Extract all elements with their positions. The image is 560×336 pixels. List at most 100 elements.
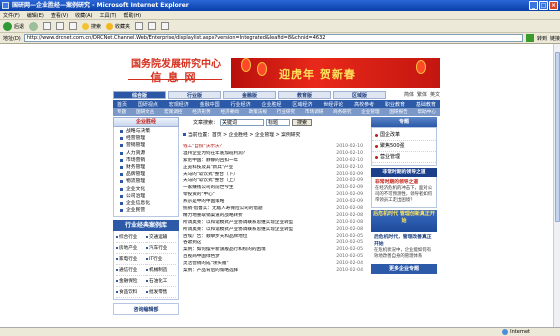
nav-item[interactable]: 职业教育	[385, 101, 405, 108]
subnav-item[interactable]: 专题	[117, 109, 126, 115]
sidebar-item[interactable]: 人力资源	[120, 150, 178, 157]
sidebar-item[interactable]: 企业文化	[120, 186, 178, 193]
case-link[interactable]: 机械制造	[146, 265, 176, 277]
search-button[interactable]: 搜索	[82, 22, 101, 30]
mail-icon[interactable]	[148, 22, 157, 30]
nav-item[interactable]: 首页	[117, 101, 127, 108]
go-button[interactable]: 转到	[537, 35, 547, 42]
article-title[interactable]: 天马的"软饮式"整合（下）	[183, 172, 328, 179]
subnav-item[interactable]: 国研文丛	[136, 109, 154, 115]
case-link[interactable]: 综合行业	[116, 232, 146, 244]
menu-view[interactable]: 查看(V)	[51, 12, 68, 19]
case-link[interactable]: 金融保险	[116, 276, 146, 288]
article-row[interactable]: 统销·借鲁实：无敌人寿保险公司的借题 2010-02-08	[183, 206, 363, 213]
sidebar-item[interactable]: 品牌管理	[120, 171, 178, 178]
case-link[interactable]: 食品饮料	[116, 287, 146, 299]
subnav-item[interactable]: 帮助中心	[418, 109, 436, 115]
article-title[interactable]: 所调奥莱：以和谐模式产业协调联系思维实现企业转型	[183, 227, 328, 234]
scrollbar-thumb[interactable]	[555, 52, 560, 222]
tab-education[interactable]: 教育版	[278, 91, 331, 99]
article-row[interactable]: 所调奥莱：以和谐模式产业协调联系思维实现企业转型 2010-02-08	[183, 220, 363, 227]
article-row[interactable]: 温州企业为何在年底加班利润？ 2010-02-10	[183, 151, 363, 158]
article-title[interactable]: 索尼中国：静静的回扣一年	[183, 158, 328, 165]
sidebar-item[interactable]: 财务管理	[120, 164, 178, 171]
article-title[interactable]: 案例：如何摆平新旗舰品行和权的的困境	[183, 247, 328, 254]
article-row[interactable]: 索尼中国：静静的回扣一年 2010-02-10	[183, 158, 363, 165]
article-row[interactable]: 钱工"自撰"沃尔沃？ 2010-02-10	[183, 144, 363, 151]
article-title[interactable]: 正览科技及其"新兵"产业	[183, 165, 328, 172]
links-label[interactable]: 链接	[550, 35, 560, 42]
case-link[interactable]: IT行业	[146, 254, 176, 266]
article-title[interactable]: 古埃广告：顺攀步天和品牌地位	[183, 234, 328, 241]
search-field-select[interactable]: 标题	[266, 118, 291, 126]
close-button[interactable]: ×	[549, 1, 558, 10]
menu-edit[interactable]: 编辑(E)	[27, 12, 44, 19]
subnav-item[interactable]: 政策法规	[249, 109, 267, 115]
tab-finance[interactable]: 金融版	[223, 91, 276, 99]
maximize-button[interactable]: □	[539, 1, 548, 10]
post-crisis-banner[interactable]: 后危机时代 管理创新真正开始	[371, 209, 437, 232]
article-title[interactable]: 百视商中国绿色梦	[183, 254, 328, 261]
menu-help[interactable]: 帮助(H)	[123, 12, 141, 19]
article-title[interactable]: 天马的"软饮式"整合（上）	[183, 178, 328, 185]
case-link[interactable]: 交通运输	[146, 232, 176, 244]
menu-tools[interactable]: 工具(T)	[100, 12, 117, 19]
menu-favorites[interactable]: 收藏(A)	[75, 12, 92, 19]
article-row[interactable]: 案例：产品背后的策略选择 2010-02-04	[183, 268, 363, 275]
topic-link[interactable]: 聚焦500强	[372, 141, 436, 152]
address-input[interactable]: http://www.drcnet.com.cn/DRCNet.Channel.…	[23, 34, 523, 42]
case-link[interactable]: 通信行业	[116, 265, 146, 277]
topic-link[interactable]: 营业管理	[372, 152, 436, 163]
nav-item[interactable]: 宏观经济	[169, 101, 189, 108]
article-row[interactable]: 精力地重取销渠道的战略转折 2010-02-08	[183, 213, 363, 220]
subnav-item[interactable]: 企业管理	[361, 109, 379, 115]
article-row[interactable]: 正览科技及其"新兵"产业 2010-02-10	[183, 165, 363, 172]
tab-comprehensive[interactable]: 综合版	[113, 91, 166, 99]
subnav-item[interactable]: 市场调研	[305, 109, 323, 115]
leadership-banner[interactable]: 非常时期的领导之道	[371, 168, 437, 177]
minimize-button[interactable]: _	[529, 1, 538, 10]
nav-item[interactable]: 基础教育	[416, 101, 436, 108]
sidebar-item[interactable]: 公司治理	[120, 193, 178, 200]
sidebar-item[interactable]: 物流管理	[120, 178, 178, 185]
tab-region[interactable]: 区域版	[333, 91, 386, 99]
favorites-button[interactable]: 收藏夹	[106, 22, 130, 30]
article-title[interactable]: 统销·借鲁实：无敌人寿保险公司的借题	[183, 206, 328, 213]
case-link[interactable]: 房地产业	[116, 243, 146, 255]
lang-traditional[interactable]: 繁体	[417, 91, 427, 99]
back-button[interactable]: 后退	[3, 21, 24, 31]
search-input[interactable]: 关键词	[220, 118, 265, 126]
forward-button[interactable]	[29, 21, 39, 31]
topic-link[interactable]: 国企改革	[372, 130, 436, 141]
case-link[interactable]: 家电行业	[116, 254, 146, 266]
article-title[interactable]: 燕京是中的中国策略	[183, 199, 328, 206]
nav-item[interactable]: 金融中国	[200, 101, 220, 108]
subnav-item[interactable]: 商务研究	[333, 109, 351, 115]
subnav-item[interactable]: 宏观调控	[164, 109, 182, 115]
sidebar-item[interactable]: 企业民营	[120, 207, 178, 214]
sidebar-item[interactable]: 战略与决策	[120, 128, 178, 135]
site-logo[interactable]: 国务院发展研究中心 信息网	[121, 58, 231, 86]
search-button[interactable]: 搜索	[292, 118, 313, 126]
nav-item[interactable]: 世经评论	[323, 101, 343, 108]
nav-item[interactable]: 高校参考	[354, 101, 374, 108]
menu-file[interactable]: 文件(F)	[3, 12, 20, 19]
article-title[interactable]: 温州企业为何在年底加班利润？	[183, 151, 328, 158]
go-arrow-icon[interactable]	[525, 34, 534, 42]
subnav-item[interactable]: 经济形势	[192, 109, 210, 115]
lang-english[interactable]: 英文	[430, 91, 440, 99]
sidebar-item[interactable]: 营销管理	[120, 142, 178, 149]
stop-icon[interactable]	[43, 22, 52, 30]
article-row[interactable]: 燕京是中的中国策略 2010-02-09	[183, 199, 363, 206]
article-title[interactable]: 精力地重取销渠道的战略转折	[183, 213, 328, 220]
article-title[interactable]: 一家赚钱公司的前世今生	[183, 185, 328, 192]
case-link[interactable]: 批发零售	[146, 287, 176, 299]
feature-title[interactable]: 非常时期的领导之道	[375, 179, 433, 186]
subnav-item[interactable]: 行业研究	[277, 109, 295, 115]
article-title[interactable]: 案例：产品背后的策略选择	[183, 268, 328, 275]
article-row[interactable]: 所调奥莱：以和谐模式产业协调联系思维实现企业转型 2010-02-08	[183, 227, 363, 234]
article-row[interactable]: 灵活营销的成"领头雁" 2010-02-04	[183, 261, 363, 268]
more-topics-button[interactable]: 更多企业专题	[371, 264, 437, 275]
sidebar-item[interactable]: 企业信息化	[120, 200, 178, 207]
case-link[interactable]: 石油化工	[146, 276, 176, 288]
